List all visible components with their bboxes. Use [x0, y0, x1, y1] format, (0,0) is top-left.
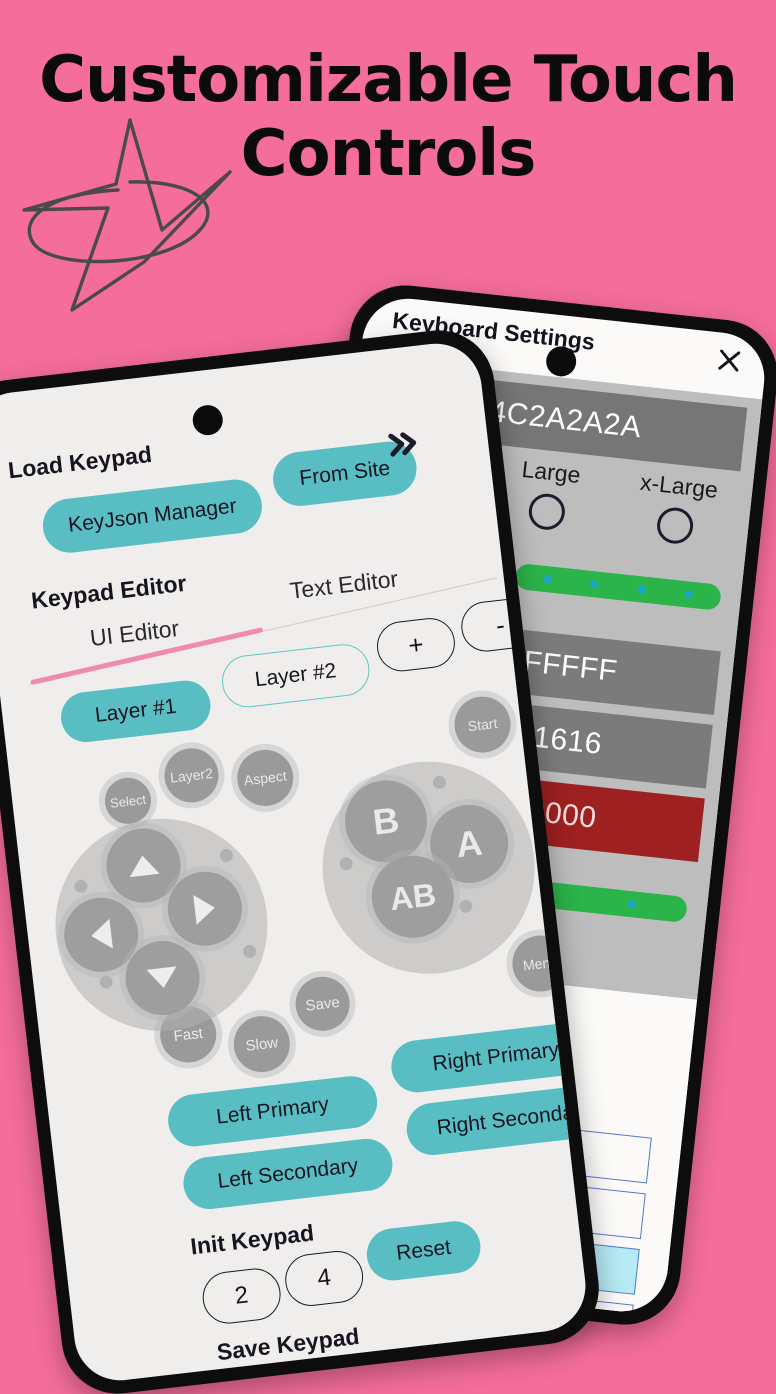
right-primary-button[interactable]: Right Primary: [388, 1019, 591, 1096]
keyjson-manager-button[interactable]: KeyJson Manager: [40, 476, 265, 556]
left-secondary-button[interactable]: Left Secondary: [180, 1136, 396, 1212]
arrow-up-icon: [127, 853, 160, 878]
headline-line-1: Customizable Touch: [39, 43, 738, 117]
left-primary-button[interactable]: Left Primary: [165, 1073, 380, 1150]
gamepad-button-slow[interactable]: Slow: [230, 1013, 293, 1076]
slider-handle[interactable]: [627, 899, 636, 909]
gamepad-button-layer2[interactable]: Layer2: [161, 745, 222, 806]
section-save-keypad: Save Keypad: [215, 1322, 361, 1366]
section-load-keypad: Load Keypad: [6, 440, 154, 484]
slider-handle[interactable]: [637, 585, 647, 594]
page-title: Customizable Touch Controls: [0, 48, 776, 186]
gamepad-preview: Select Layer2 Aspect Start Menu Fast Slo…: [6, 684, 572, 1076]
green-gradient-slider[interactable]: [514, 562, 722, 611]
front-phone-screen: Load Keypad KeyJson Manager From Site Ke…: [0, 338, 591, 1386]
slider-handle[interactable]: [684, 590, 694, 599]
tab-text-editor[interactable]: Text Editor: [288, 565, 399, 604]
add-layer-button[interactable]: +: [374, 615, 458, 675]
init-value-2-button[interactable]: 2: [199, 1265, 284, 1327]
close-x-icon[interactable]: [715, 346, 744, 375]
radio-xlarge[interactable]: [654, 505, 695, 546]
section-init-keypad: Init Keypad: [189, 1219, 316, 1260]
promo-stage: Customizable Touch Controls Keyboard Set…: [0, 0, 776, 1394]
star-scribble-icon: [22, 118, 232, 312]
double-chevron-right-icon[interactable]: [384, 428, 421, 460]
arrow-down-icon: [146, 966, 179, 990]
keypad-editor-app: Load Keypad KeyJson Manager From Site Ke…: [0, 339, 591, 1386]
slider-handle[interactable]: [542, 574, 552, 584]
headline-line-2: Controls: [240, 117, 537, 191]
arrow-left-icon: [89, 918, 113, 951]
arrow-right-icon: [193, 892, 217, 925]
section-keypad-editor: Keypad Editor: [29, 569, 188, 614]
slider-handle[interactable]: [590, 579, 599, 589]
gamepad-button-start[interactable]: Start: [451, 693, 514, 756]
gamepad-button-aspect[interactable]: Aspect: [234, 746, 297, 809]
gamepad-button-select[interactable]: Select: [102, 775, 154, 827]
gamepad-button-save[interactable]: Save: [292, 973, 353, 1034]
reset-button[interactable]: Reset: [364, 1218, 484, 1284]
layer-tab-2[interactable]: Layer #2: [219, 641, 373, 711]
radio-large[interactable]: [527, 491, 567, 532]
tab-ui-editor[interactable]: UI Editor: [89, 615, 181, 652]
init-value-4-button[interactable]: 4: [282, 1248, 366, 1309]
right-secondary-button[interactable]: Right Secondary: [403, 1081, 591, 1158]
